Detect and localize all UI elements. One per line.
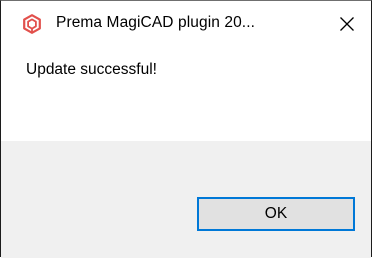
prema-logo-icon [22, 14, 42, 34]
close-icon [339, 16, 355, 32]
ok-button[interactable]: OK [197, 197, 355, 231]
ok-button-label: OK [264, 205, 288, 222]
title-bar[interactable]: Prema MagiCAD plugin 20... [1, 1, 371, 47]
close-button[interactable] [323, 1, 371, 47]
message-dialog: Prema MagiCAD plugin 20... Update succes… [0, 0, 372, 258]
message-text: Update successful! [26, 61, 157, 78]
window-title: Prema MagiCAD plugin 20... [56, 14, 256, 31]
dialog-footer: OK [1, 141, 371, 258]
